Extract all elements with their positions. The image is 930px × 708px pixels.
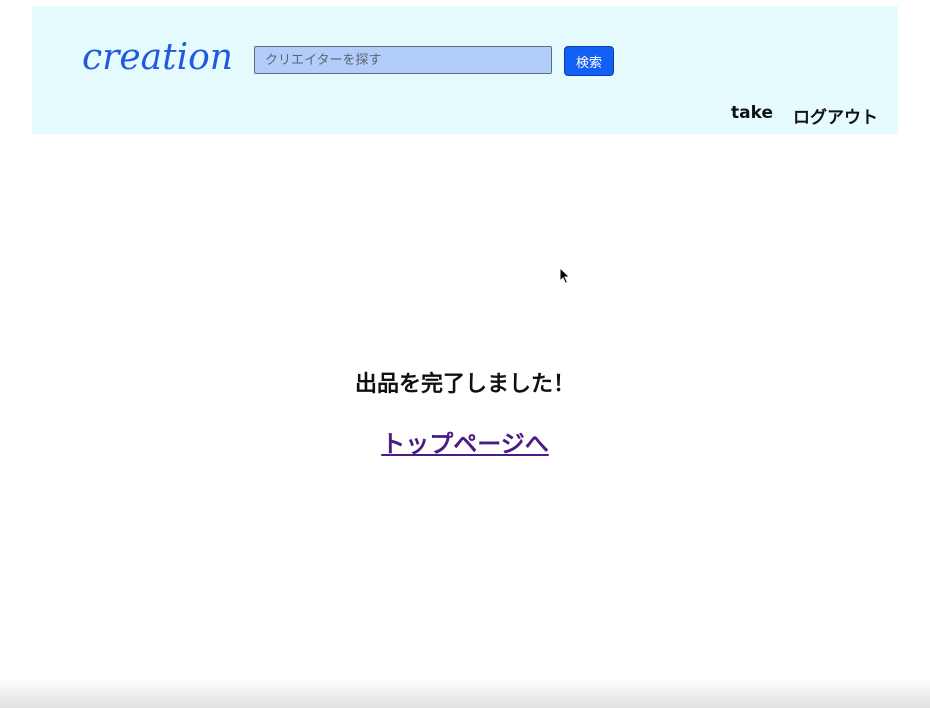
mouse-pointer-icon <box>559 267 571 285</box>
top-link-container: トップページへ <box>0 424 930 459</box>
top-page-link[interactable]: トップページへ <box>381 430 549 458</box>
creator-search-input[interactable] <box>254 46 552 74</box>
page: creation 検索 take ログアウト 出品を完了しました！ トップページ… <box>0 0 930 708</box>
user-profile-link[interactable]: take <box>731 103 773 128</box>
site-header: creation 検索 take ログアウト <box>32 6 898 134</box>
header-nav: take ログアウト <box>731 103 878 128</box>
bottom-shade <box>0 678 930 708</box>
completion-message: 出品を完了しました！ <box>354 372 575 397</box>
site-logo[interactable]: creation <box>82 36 233 80</box>
logout-link[interactable]: ログアウト <box>793 103 878 128</box>
search-button[interactable]: 検索 <box>564 46 614 76</box>
